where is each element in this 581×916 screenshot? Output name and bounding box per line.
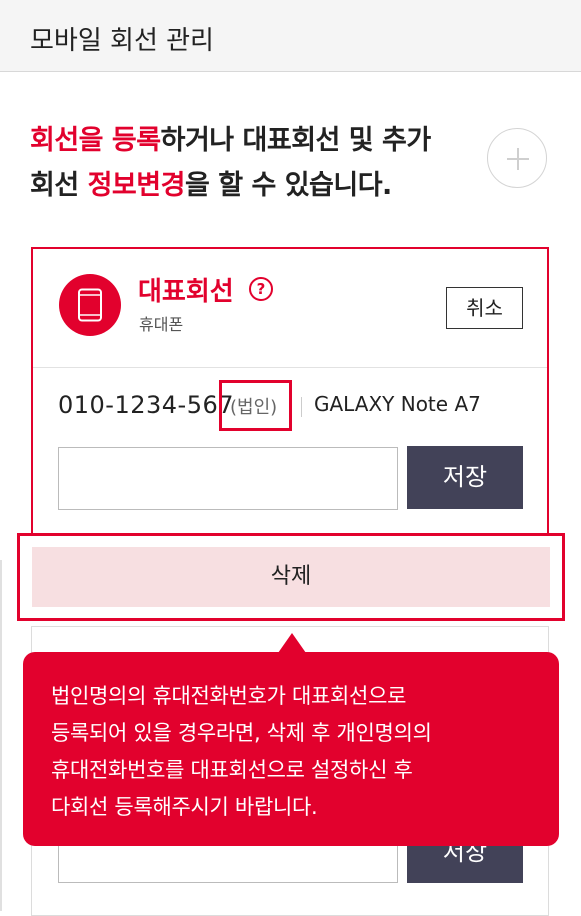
divider (301, 397, 302, 417)
add-line-button[interactable] (487, 128, 547, 188)
intro-text: 회선을 등록하거나 대표회선 및 추가 회선 정보변경을 할 수 있습니다. (30, 118, 470, 208)
corp-tag-highlight (219, 380, 292, 431)
delete-highlight: 삭제 (17, 533, 565, 621)
delete-button[interactable]: 삭제 (32, 547, 550, 607)
tooltip-line: 등록되어 있을 경우라면, 삭제 후 개인명의의 (51, 721, 432, 745)
intro-text-part: 하거나 대표회선 및 추가 (160, 125, 432, 156)
cancel-button[interactable]: 취소 (446, 287, 523, 329)
help-icon[interactable]: ? (249, 277, 273, 301)
plus-icon-vertical (517, 148, 519, 170)
save-button[interactable]: 저장 (407, 446, 523, 509)
device-model: GALAXY Note A7 (314, 392, 481, 416)
main-line-subtitle: 휴대폰 (139, 315, 184, 334)
tooltip-arrow (278, 633, 306, 653)
tooltip-line: 법인명의의 휴대전화번호가 대표회선으로 (51, 684, 407, 708)
top-bar: 모바일 회선 관리 (0, 0, 581, 72)
tooltip-text: 법인명의의 휴대전화번호가 대표회선으로 등록되어 있을 경우라면, 삭제 후 … (51, 678, 541, 826)
intro-highlight-register: 회선을 등록 (30, 125, 161, 156)
phone-number: 010-1234-567 (58, 391, 235, 419)
intro-highlight-change: 정보변경 (87, 170, 186, 201)
main-line-header: 대표회선 ? 휴대폰 취소 (33, 249, 547, 368)
divider (0, 560, 2, 911)
smartphone-icon (59, 274, 121, 336)
page-title: 모바일 회선 관리 (30, 26, 214, 56)
tooltip-line: 다회선 등록해주시기 바랍니다. (51, 795, 318, 819)
tooltip: 법인명의의 휴대전화번호가 대표회선으로 등록되어 있을 경우라면, 삭제 후 … (23, 652, 559, 846)
intro-text-part: 회선 (30, 170, 88, 201)
tooltip-line: 휴대전화번호를 대표회선으로 설정하신 후 (51, 758, 413, 782)
main-line-title: 대표회선 (138, 277, 234, 307)
intro-text-part: 을 할 수 있습니다. (184, 170, 392, 201)
main-line-card: 대표회선 ? 휴대폰 취소 010-1234-567 (법인) GALAXY N… (31, 247, 549, 537)
line-nickname-input[interactable] (58, 447, 398, 510)
